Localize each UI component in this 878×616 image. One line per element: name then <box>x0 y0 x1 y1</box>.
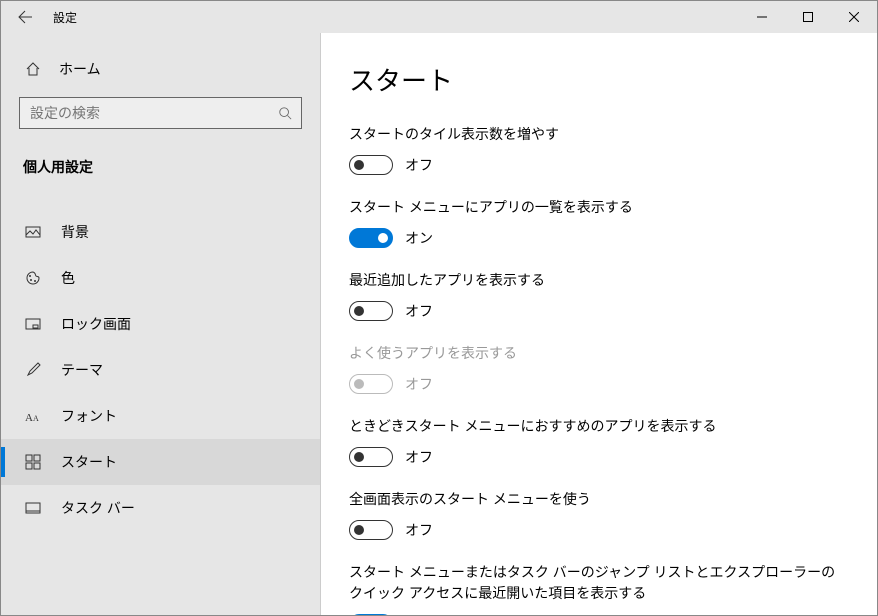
minimize-button[interactable] <box>739 1 785 33</box>
nav-label: フォント <box>61 406 117 426</box>
sidebar: ホーム 個人用設定 背景 色 ロック画面 <box>1 33 321 615</box>
font-icon: AA <box>23 409 43 423</box>
search-input[interactable] <box>19 97 302 129</box>
maximize-icon <box>803 12 813 22</box>
setting-item: スタートのタイル表示数を増やすオフ <box>349 124 847 175</box>
setting-item: ときどきスタート メニューにおすすめのアプリを表示するオフ <box>349 416 847 467</box>
toggle-switch[interactable] <box>349 228 393 248</box>
nav-item-taskbar[interactable]: タスク バー <box>1 485 320 531</box>
section-label: 個人用設定 <box>1 135 320 189</box>
toggle-switch[interactable] <box>349 447 393 467</box>
taskbar-icon <box>23 500 43 516</box>
toggle-state-text: オン <box>405 614 433 615</box>
toggle-switch[interactable] <box>349 614 393 615</box>
toggle-state-text: オフ <box>405 301 433 321</box>
settings-list: スタートのタイル表示数を増やすオフスタート メニューにアプリの一覧を表示するオン… <box>349 124 847 615</box>
nav-item-lockscreen[interactable]: ロック画面 <box>1 301 320 347</box>
arrow-left-icon <box>17 9 33 25</box>
maximize-button[interactable] <box>785 1 831 33</box>
nav-list: 背景 色 ロック画面 テーマ AA フォント スタート <box>1 189 320 531</box>
toggle-state-text: オフ <box>405 155 433 175</box>
toggle-knob <box>354 452 364 462</box>
nav-item-start[interactable]: スタート <box>1 439 320 485</box>
page-title: スタート <box>349 61 847 98</box>
toggle-switch[interactable] <box>349 520 393 540</box>
brush-icon <box>23 362 43 378</box>
home-icon <box>23 61 43 77</box>
titlebar: 設定 <box>1 1 877 33</box>
nav-item-themes[interactable]: テーマ <box>1 347 320 393</box>
nav-label: 色 <box>61 268 75 288</box>
window-title: 設定 <box>49 9 77 26</box>
nav-label: 背景 <box>61 222 89 242</box>
lockscreen-icon <box>23 316 43 332</box>
setting-label: ときどきスタート メニューにおすすめのアプリを表示する <box>349 416 847 437</box>
toggle-knob <box>378 233 388 243</box>
nav-item-background[interactable]: 背景 <box>1 209 320 255</box>
toggle-switch <box>349 374 393 394</box>
start-icon <box>23 454 43 470</box>
toggle-knob <box>354 160 364 170</box>
close-button[interactable] <box>831 1 877 33</box>
toggle-state-text: オン <box>405 228 433 248</box>
svg-text:A: A <box>33 414 39 423</box>
svg-text:A: A <box>25 412 33 423</box>
toggle-knob <box>354 525 364 535</box>
toggle-state-text: オフ <box>405 447 433 467</box>
nav-label: スタート <box>61 452 117 472</box>
back-button[interactable] <box>1 1 49 33</box>
setting-item: スタート メニューにアプリの一覧を表示するオン <box>349 197 847 248</box>
toggle-state-text: オフ <box>405 520 433 540</box>
minimize-icon <box>757 12 767 22</box>
search-field[interactable] <box>30 105 275 121</box>
search-icon <box>275 106 295 120</box>
content-area: スタート スタートのタイル表示数を増やすオフスタート メニューにアプリの一覧を表… <box>321 33 877 615</box>
toggle-knob <box>354 306 364 316</box>
setting-label: スタート メニューにアプリの一覧を表示する <box>349 197 847 218</box>
picture-icon <box>23 224 43 240</box>
setting-label: スタートのタイル表示数を増やす <box>349 124 847 145</box>
nav-label: テーマ <box>61 360 103 380</box>
nav-label: ロック画面 <box>61 314 131 334</box>
close-icon <box>849 12 859 22</box>
palette-icon <box>23 270 43 286</box>
home-link[interactable]: ホーム <box>1 51 320 87</box>
nav-label: タスク バー <box>61 498 135 518</box>
toggle-switch[interactable] <box>349 155 393 175</box>
setting-label: 全画面表示のスタート メニューを使う <box>349 489 847 510</box>
home-label: ホーム <box>59 59 101 79</box>
setting-item: スタート メニューまたはタスク バーのジャンプ リストとエクスプローラーのクイッ… <box>349 562 847 615</box>
setting-item: よく使うアプリを表示するオフ <box>349 343 847 394</box>
setting-label: よく使うアプリを表示する <box>349 343 847 364</box>
nav-item-fonts[interactable]: AA フォント <box>1 393 320 439</box>
setting-item: 最近追加したアプリを表示するオフ <box>349 270 847 321</box>
nav-item-colors[interactable]: 色 <box>1 255 320 301</box>
setting-label: スタート メニューまたはタスク バーのジャンプ リストとエクスプローラーのクイッ… <box>349 562 847 604</box>
setting-item: 全画面表示のスタート メニューを使うオフ <box>349 489 847 540</box>
setting-label: 最近追加したアプリを表示する <box>349 270 847 291</box>
toggle-knob <box>354 379 364 389</box>
toggle-state-text: オフ <box>405 374 433 394</box>
toggle-switch[interactable] <box>349 301 393 321</box>
